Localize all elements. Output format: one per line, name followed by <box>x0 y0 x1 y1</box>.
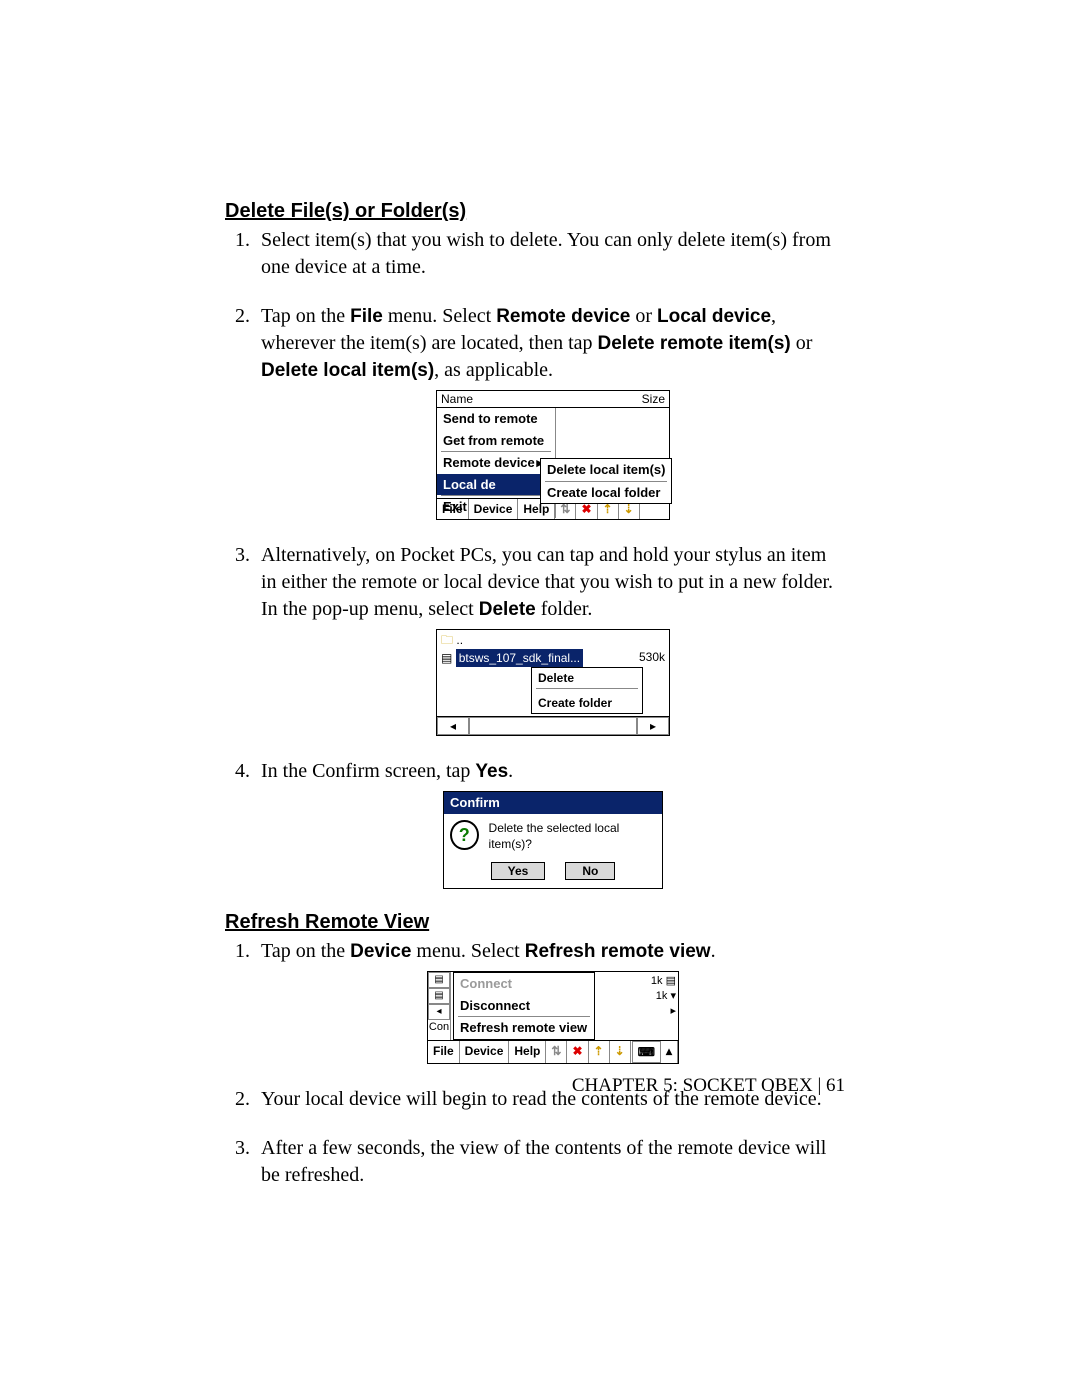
selected-file[interactable]: btsws_107_sdk_final... <box>456 649 583 667</box>
t: menu. Select <box>411 940 524 962</box>
delete-step-3: Alternatively, on Pocket PCs, you can ta… <box>255 542 845 736</box>
refresh-steps: Tap on the Device menu. Select Refresh r… <box>225 938 845 1189</box>
menu-remote-device[interactable]: Remote device▸ <box>437 452 555 474</box>
t: . <box>508 760 513 782</box>
toolbar-icon[interactable]: ⇅ <box>546 1041 567 1063</box>
menu-exit[interactable]: Exit <box>437 496 555 518</box>
menubar-help[interactable]: Help <box>509 1041 546 1063</box>
scroll-left-icon[interactable]: ◂ <box>428 1004 450 1020</box>
question-icon: ? <box>450 820 479 850</box>
menu-connect[interactable]: Connect <box>454 973 594 995</box>
col-name: Name <box>441 391 473 407</box>
refresh-step-1: Tap on the Device menu. Select Refresh r… <box>255 938 845 1064</box>
dialog-title: Confirm <box>444 792 662 814</box>
t: or <box>630 305 657 327</box>
kw-local-device: Local device <box>657 306 771 327</box>
figure-device-menu: ▤ ▤ ◂ Con 1k ▤ 1k ▾ ▸ C <box>427 971 679 1064</box>
submenu-delete-local-items[interactable]: Delete local item(s) <box>541 459 671 481</box>
scrollbar[interactable]: ◂▸ <box>437 716 669 735</box>
size-column: 1k ▤ 1k ▾ ▸ <box>651 974 676 1019</box>
menubar-device[interactable]: Device <box>460 1041 510 1063</box>
submenu-local-device: Delete local item(s) Create local folder <box>540 458 672 504</box>
device-menu: Connect Disconnect Refresh remote view <box>453 972 595 1040</box>
lbl: Remote device <box>443 454 535 472</box>
section-heading-refresh: Refresh Remote View <box>225 911 845 934</box>
col-size: Size <box>642 391 665 407</box>
t: , as applicable. <box>434 359 553 381</box>
delete-step-4: In the Confirm screen, tap Yes. Confirm … <box>255 758 845 889</box>
t: or <box>791 332 813 354</box>
kw-file: File <box>350 306 383 327</box>
size-val: 1k <box>651 975 663 987</box>
yes-button[interactable]: Yes <box>491 862 546 880</box>
figure-file-menu: NameSize Send to remote Get from remote … <box>436 390 670 520</box>
no-button[interactable]: No <box>565 862 615 880</box>
folder-up-label: .. <box>456 633 463 647</box>
con-label: Con <box>428 1020 450 1034</box>
menubar-file[interactable]: File <box>428 1041 460 1063</box>
ctx-create-folder[interactable]: Create folder <box>532 693 642 713</box>
kw-delete-remote-items: Delete remote item(s) <box>598 333 791 354</box>
delete-step-1: Select item(s) that you wish to delete. … <box>255 227 845 281</box>
close-icon[interactable]: ✖ <box>567 1041 588 1063</box>
t: . <box>711 940 716 962</box>
kw-delete: Delete <box>479 599 536 620</box>
kw-remote-device: Remote device <box>496 306 630 327</box>
folder-up-icon[interactable]: 🗀 <box>441 633 453 647</box>
keyboard-icon[interactable]: ⌨ <box>632 1041 661 1063</box>
gutter-icon: ▤ <box>428 988 450 1004</box>
figure-confirm-dialog: Confirm ? Delete the selected local item… <box>443 791 663 889</box>
file-size: 530k <box>639 649 665 665</box>
t: menu. Select <box>383 305 496 327</box>
t: Tap on the <box>261 305 350 327</box>
t: In the Confirm screen, tap <box>261 760 475 782</box>
scroll-right-icon[interactable]: ▸ <box>637 717 669 735</box>
file-icon: ▤ <box>441 651 452 665</box>
t: Tap on the <box>261 940 350 962</box>
arrow-down-icon[interactable]: ⇣ <box>610 1041 631 1063</box>
left-gutter: ▤ ▤ ◂ Con <box>428 972 451 1040</box>
kw-device: Device <box>350 941 411 962</box>
scroll-left-icon[interactable]: ◂ <box>437 717 469 735</box>
page-footer: CHAPTER 5: SOCKET OBEX | 61 <box>572 1075 845 1097</box>
gutter-icon: ▤ <box>428 972 450 988</box>
section-heading-delete: Delete File(s) or Folder(s) <box>225 200 845 223</box>
t: folder. <box>536 598 593 620</box>
menu-get-from-remote[interactable]: Get from remote <box>437 430 555 452</box>
kw-yes: Yes <box>475 761 508 782</box>
kw-refresh-remote-view: Refresh remote view <box>525 941 711 962</box>
arrow-up-icon[interactable]: ⇡ <box>589 1041 610 1063</box>
size-val: 1k <box>656 990 668 1002</box>
scroll-right-icon[interactable]: ▸ <box>670 1005 676 1017</box>
menubar: File Device Help ⇅ ✖ ⇡ ⇣ ⌨ ▴ <box>428 1040 678 1063</box>
menu-refresh-remote-view[interactable]: Refresh remote view <box>454 1017 594 1039</box>
refresh-step-3: After a few seconds, the view of the con… <box>255 1135 845 1189</box>
delete-steps: Select item(s) that you wish to delete. … <box>225 227 845 889</box>
dialog-message: Delete the selected local item(s)? <box>489 820 656 852</box>
menu-send-to-remote[interactable]: Send to remote <box>437 408 555 430</box>
ctx-delete[interactable]: Delete <box>532 668 642 688</box>
submenu-create-local-folder[interactable]: Create local folder <box>541 482 671 504</box>
kw-delete-local-items: Delete local item(s) <box>261 360 434 381</box>
delete-step-2: Tap on the File menu. Select Remote devi… <box>255 303 845 520</box>
context-menu: Delete Create folder <box>531 667 643 714</box>
up-caret-icon[interactable]: ▴ <box>661 1041 678 1063</box>
menu-local-device[interactable]: Local de <box>437 474 555 496</box>
menu-disconnect[interactable]: Disconnect <box>454 995 594 1017</box>
figure-context-menu: 🗀 .. ▤ btsws_107_sdk_final... 530k Delet… <box>436 629 670 736</box>
